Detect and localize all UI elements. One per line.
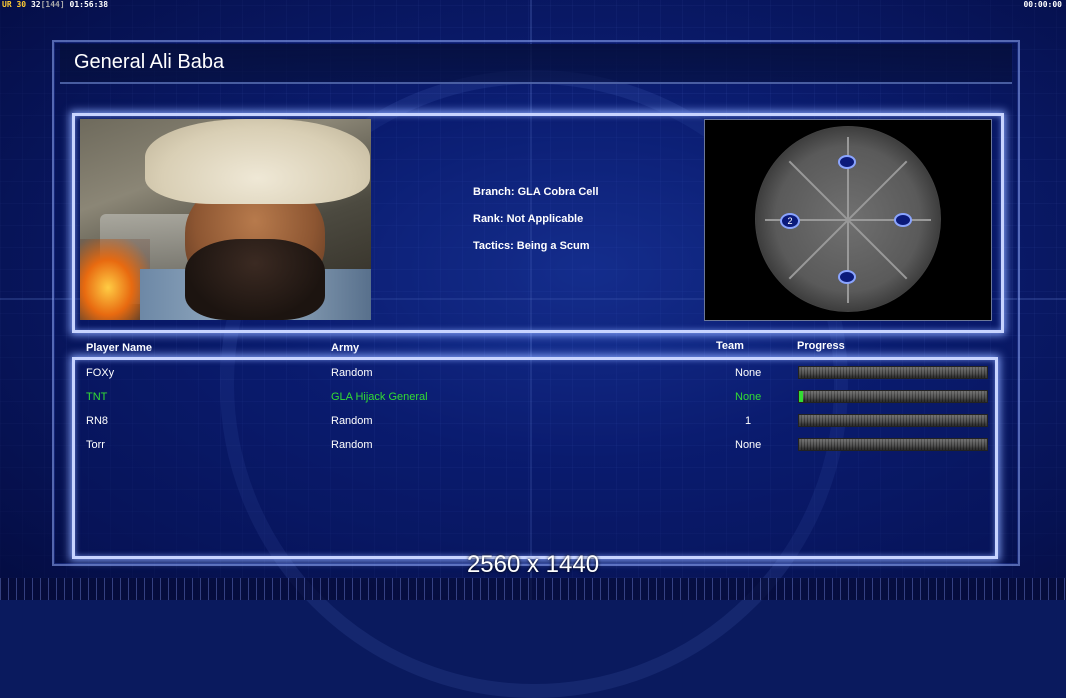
hud-value-c: [144] <box>40 0 65 9</box>
row-army: Random <box>331 415 373 427</box>
general-tactics: Tactics: Being a Scum <box>473 240 590 252</box>
general-portrait <box>80 119 371 320</box>
general-branch: Branch: GLA Cobra Cell <box>473 186 599 198</box>
hud-value-a: 30 <box>16 0 27 9</box>
row-team: None <box>735 367 762 379</box>
row-army: Random <box>331 439 373 451</box>
header-team: Team <box>716 340 744 352</box>
hud-timer: 00:00:00 <box>1023 0 1062 9</box>
row-army: Random <box>331 367 373 379</box>
header-progress: Progress <box>797 340 845 352</box>
row-player-name: Torr <box>86 439 105 451</box>
map-preview[interactable]: 2 <box>704 119 992 321</box>
general-rank: Rank: Not Applicable <box>473 213 584 225</box>
hud-clock: 01:56:38 <box>69 0 109 9</box>
row-progress-bar <box>798 390 988 403</box>
row-player-name: TNT <box>86 391 108 403</box>
player-list-panel <box>72 357 998 559</box>
row-progress-fill <box>799 391 803 402</box>
header-army: Army <box>331 342 360 354</box>
start-position-north[interactable] <box>838 155 856 169</box>
start-position-west[interactable]: 2 <box>780 213 800 229</box>
row-progress-bar <box>798 414 988 427</box>
portrait-turban <box>145 119 370 204</box>
hud-value-b: 32 <box>30 0 41 9</box>
general-title: General Ali Baba <box>74 51 225 73</box>
row-team: 1 <box>745 415 752 427</box>
start-position-south[interactable] <box>838 270 856 284</box>
row-team: None <box>735 439 762 451</box>
bottom-ruler <box>0 578 1066 600</box>
row-progress-bar <box>798 366 988 379</box>
row-player-name: FOXy <box>86 367 115 379</box>
resolution-label: 2560 x 1440 <box>466 551 600 578</box>
row-team: None <box>735 391 762 403</box>
portrait-beard <box>185 239 325 320</box>
row-army: GLA Hijack General <box>331 391 428 403</box>
row-player-name: RN8 <box>86 415 109 427</box>
start-position-east[interactable] <box>894 213 912 227</box>
header-player-name: Player Name <box>86 342 153 354</box>
hud-stats: UR 30 32[144] 01:56:38 <box>2 0 108 9</box>
row-progress-bar <box>798 438 988 451</box>
hud-tag: UR <box>2 0 12 9</box>
